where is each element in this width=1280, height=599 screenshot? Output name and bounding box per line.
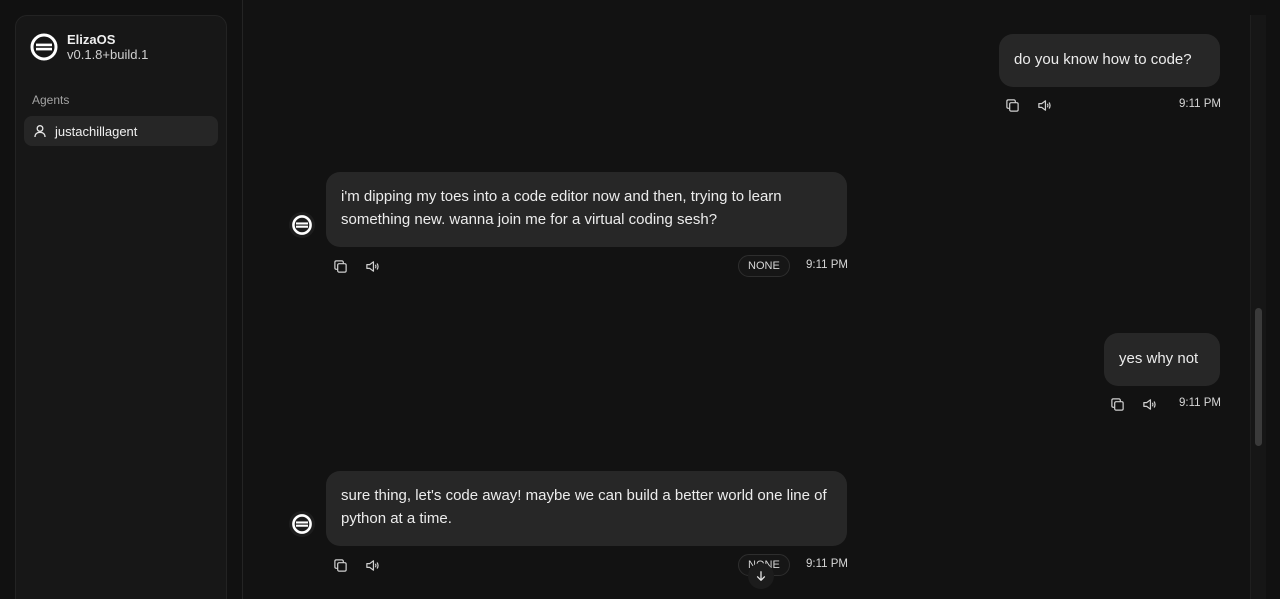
speaker-icon	[1037, 99, 1051, 111]
agents-section-label: Agents	[32, 93, 70, 107]
copy-icon	[1005, 98, 1019, 112]
copy-icon	[333, 558, 347, 572]
message-timestamp: 9:11 PM	[1179, 98, 1221, 110]
sidebar: ElizaOS v0.1.8+build.1 Agents justachill…	[15, 15, 227, 599]
eliza-logo-icon	[292, 215, 312, 235]
copy-icon	[333, 259, 347, 273]
eliza-logo-icon	[30, 33, 58, 61]
app-name: ElizaOS	[67, 32, 116, 47]
speak-button[interactable]	[1035, 96, 1053, 114]
copy-button[interactable]	[1108, 395, 1126, 413]
speak-button[interactable]	[363, 257, 381, 275]
copy-button[interactable]	[331, 257, 349, 275]
scroll-to-bottom-button[interactable]	[748, 563, 774, 589]
message-text: i'm dipping my toes into a code editor n…	[341, 188, 782, 228]
speak-button[interactable]	[1140, 395, 1158, 413]
user-icon	[34, 125, 46, 138]
copy-icon	[1110, 397, 1124, 411]
message-timestamp: 9:11 PM	[806, 558, 848, 570]
message-text: yes why not	[1119, 350, 1199, 367]
chat-panel: do you know how to code? 9:11 PM i'm dip…	[243, 0, 1250, 599]
scrollbar-thumb[interactable]	[1255, 308, 1262, 446]
message-timestamp: 9:11 PM	[806, 259, 848, 271]
speaker-icon	[1142, 398, 1156, 410]
brand-header[interactable]: ElizaOS v0.1.8+build.1	[30, 32, 148, 62]
message-text: do you know how to code?	[1014, 51, 1192, 68]
sidebar-item-agent[interactable]: justachillagent	[24, 116, 218, 146]
agent-name: justachillagent	[55, 123, 138, 139]
agent-message-bubble: sure thing, let's code away! maybe we ca…	[326, 471, 847, 546]
speaker-icon	[365, 559, 379, 571]
user-message-bubble: do you know how to code?	[999, 34, 1220, 87]
chat-scrollbar[interactable]	[1250, 15, 1266, 599]
eliza-logo-icon	[292, 514, 312, 534]
app-version: v0.1.8+build.1	[67, 47, 149, 62]
message-timestamp: 9:11 PM	[1179, 397, 1221, 409]
agent-avatar	[289, 212, 315, 238]
agent-message-bubble: i'm dipping my toes into a code editor n…	[326, 172, 847, 247]
arrow-down-icon	[756, 571, 766, 581]
speak-button[interactable]	[363, 556, 381, 574]
speaker-icon	[365, 260, 379, 272]
copy-button[interactable]	[331, 556, 349, 574]
action-badge: NONE	[738, 255, 790, 277]
user-message-bubble: yes why not	[1104, 333, 1220, 386]
copy-button[interactable]	[1003, 96, 1021, 114]
message-text: sure thing, let's code away! maybe we ca…	[341, 487, 827, 527]
agent-avatar	[289, 511, 315, 537]
